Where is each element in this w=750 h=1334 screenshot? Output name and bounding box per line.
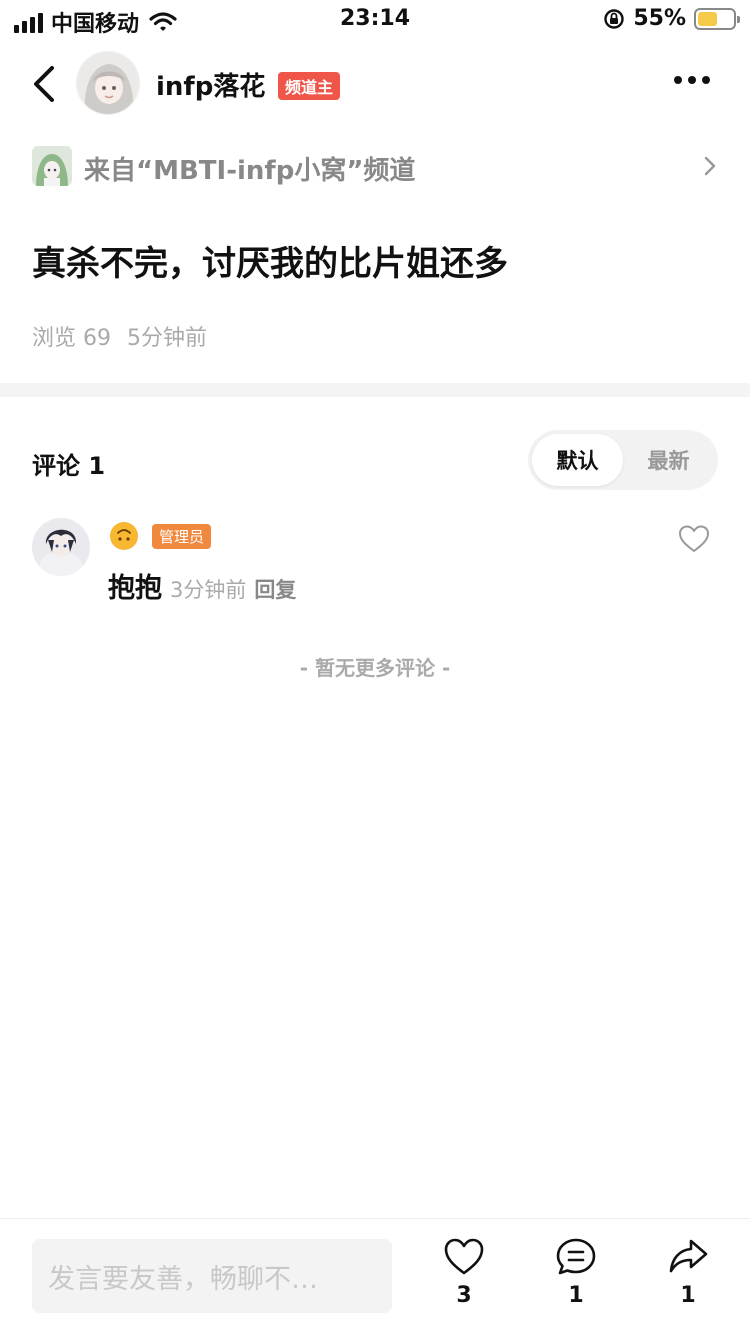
heart-icon: [444, 1238, 484, 1275]
dot-icon: [688, 76, 696, 84]
section-divider: [0, 383, 750, 397]
commenter-avatar[interactable]: [32, 518, 90, 576]
post-meta: 浏览 69 5分钟前: [32, 320, 207, 352]
comment-button[interactable]: 1: [546, 1237, 606, 1308]
battery-percent: 55%: [633, 6, 686, 31]
sort-latest-button[interactable]: 最新: [623, 434, 714, 486]
share-count: 1: [680, 1283, 696, 1308]
comment-input[interactable]: 发言要友善，畅聊不…: [32, 1239, 392, 1313]
share-button[interactable]: 1: [658, 1237, 718, 1308]
battery-icon: [694, 7, 740, 30]
sort-default-button[interactable]: 默认: [532, 434, 623, 486]
comments-title: 评论 1: [32, 452, 106, 480]
upside-down-face-emoji-icon: [110, 522, 138, 550]
author-name[interactable]: infp落花: [156, 66, 265, 103]
no-more-comments: - 暂无更多评论 -: [299, 656, 451, 680]
chevron-right-icon: [704, 156, 716, 176]
share-arrow-icon: [669, 1239, 708, 1273]
channel-thumbnail: [32, 146, 72, 186]
admin-badge: 管理员: [152, 524, 212, 549]
channel-label: 来自“MBTI-infp小窝”频道: [84, 156, 416, 186]
channel-owner-badge: 频道主: [278, 72, 341, 100]
battery-level: [698, 11, 717, 26]
dot-icon: [674, 76, 682, 84]
dot-icon: [702, 76, 710, 84]
post-title: 真杀不完，讨厌我的比片姐还多: [32, 244, 508, 284]
status-bar: 中国移动 23:14 55%: [0, 0, 750, 40]
comment-body: 抱抱 3分钟前 回复: [108, 566, 296, 605]
post-header: infp落花 频道主: [0, 48, 750, 120]
bottom-action-bar: 发言要友善，畅聊不… 3 1 1: [0, 1218, 750, 1334]
reply-button[interactable]: 回复: [254, 574, 296, 604]
view-count: 浏览 69: [32, 326, 111, 351]
comment-count: 1: [568, 1283, 584, 1308]
comment-like-heart-icon[interactable]: [678, 524, 710, 554]
comment-sort-toggle: 默认 最新: [528, 430, 718, 490]
author-avatar[interactable]: [76, 51, 140, 115]
channel-link[interactable]: 来自“MBTI-infp小窝”频道: [32, 146, 718, 186]
comment-item: 管理员 抱抱 3分钟前 回复: [32, 518, 718, 618]
comment-bubble-icon: [556, 1238, 596, 1275]
status-right: 55%: [603, 6, 740, 31]
like-count: 3: [456, 1283, 472, 1308]
comment-text: 抱抱: [108, 573, 162, 604]
like-button[interactable]: 3: [434, 1237, 494, 1308]
more-options-button[interactable]: [674, 76, 710, 84]
comment-time: 3分钟前: [170, 578, 247, 602]
orientation-lock-icon: [604, 8, 625, 29]
post-time: 5分钟前: [127, 326, 207, 351]
back-button[interactable]: [28, 64, 64, 104]
